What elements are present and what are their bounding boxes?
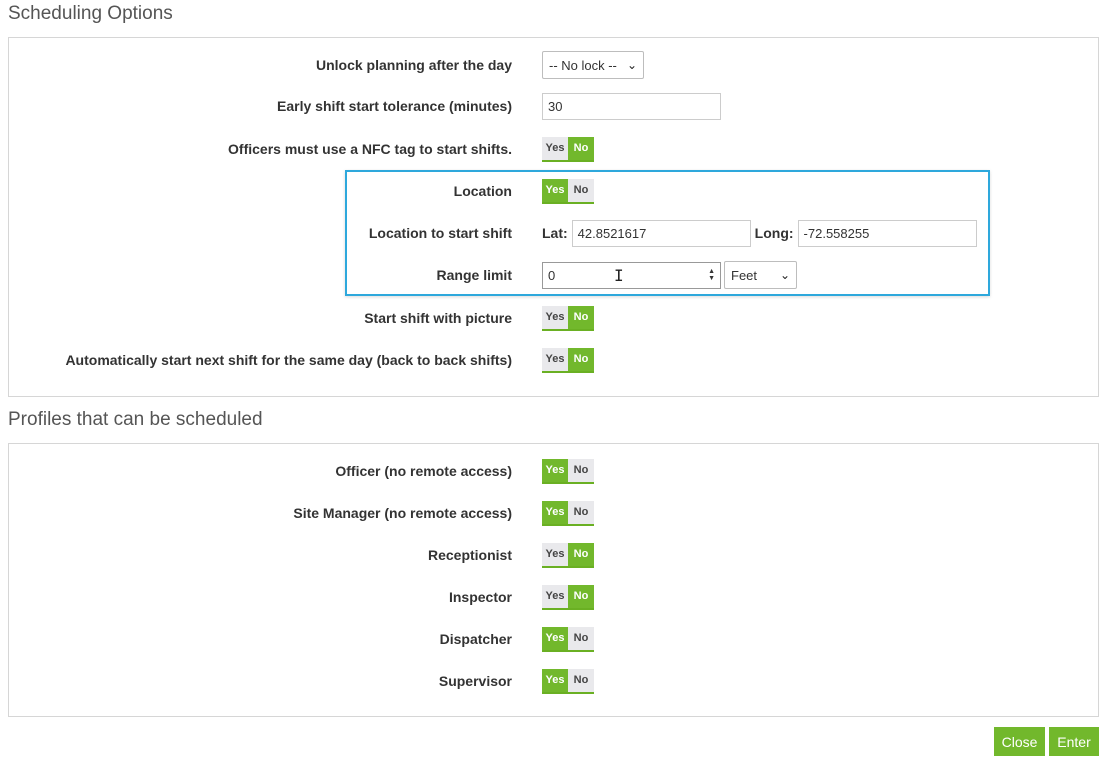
toggle-yes[interactable]: Yes — [542, 542, 568, 566]
profile-label: Inspector — [448, 589, 512, 605]
toggle-yes[interactable]: Yes — [542, 668, 568, 692]
profile-toggle-site-manager[interactable]: Yes No — [542, 500, 594, 526]
toggle-no[interactable]: No — [568, 178, 594, 202]
toggle-no[interactable]: No — [568, 458, 594, 482]
toggle-no[interactable]: No — [568, 305, 594, 329]
lat-label: Lat: — [542, 225, 568, 241]
location-label: Location — [453, 183, 512, 199]
lat-value: 42.8521617 — [577, 225, 647, 241]
spinner-arrows-icon[interactable]: ▲ ▼ — [708, 268, 715, 282]
profiles-panel: Officer (no remote access) Yes No Site M… — [8, 443, 1099, 717]
close-button[interactable]: Close — [994, 727, 1045, 756]
unlock-planning-value: -- No lock -- — [549, 57, 617, 73]
toggle-yes[interactable]: Yes — [542, 458, 568, 482]
nfc-toggle[interactable]: Yes No — [542, 136, 594, 162]
location-row: Location Yes No — [9, 176, 1098, 206]
toggle-no[interactable]: No — [568, 500, 594, 524]
profile-row: Site Manager (no remote access) Yes No — [9, 498, 1098, 528]
toggle-no[interactable]: No — [568, 347, 594, 371]
location-start-label: Location to start shift — [368, 225, 512, 241]
profile-toggle-receptionist[interactable]: Yes No — [542, 542, 594, 568]
lat-input[interactable]: 42.8521617 — [571, 219, 751, 247]
nfc-label: Officers must use a NFC tag to start shi… — [228, 141, 512, 157]
profile-row: Inspector Yes No — [9, 582, 1098, 612]
profile-label: Supervisor — [438, 673, 512, 689]
back-to-back-label: Automatically start next shift for the s… — [65, 352, 512, 368]
profile-row: Supervisor Yes No — [9, 666, 1098, 696]
range-limit-row: Range limit 0 ▲ ▼ Feet ⌄ — [9, 260, 1098, 290]
enter-button[interactable]: Enter — [1049, 727, 1099, 756]
location-toggle[interactable]: Yes No — [542, 178, 594, 204]
profile-row: Officer (no remote access) Yes No — [9, 456, 1098, 486]
profile-toggle-dispatcher[interactable]: Yes No — [542, 626, 594, 652]
toggle-yes[interactable]: Yes — [542, 136, 568, 160]
scheduling-options-panel: Unlock planning after the day -- No lock… — [8, 37, 1099, 397]
range-unit-value: Feet — [731, 267, 758, 283]
chevron-down-icon: ⌄ — [626, 58, 637, 72]
toggle-no[interactable]: No — [568, 542, 594, 566]
back-to-back-toggle[interactable]: Yes No — [542, 347, 594, 373]
picture-label: Start shift with picture — [364, 310, 512, 326]
unlock-planning-select[interactable]: -- No lock -- ⌄ — [542, 51, 644, 79]
toggle-yes[interactable]: Yes — [542, 500, 568, 524]
range-limit-input[interactable]: 0 ▲ ▼ — [542, 261, 721, 289]
scheduling-options-title: Scheduling Options — [8, 3, 173, 24]
text-cursor-icon: I — [614, 266, 624, 285]
range-unit-select[interactable]: Feet ⌄ — [724, 261, 797, 289]
profile-label: Dispatcher — [439, 631, 512, 647]
range-limit-value: 0 — [548, 267, 556, 283]
location-start-row: Location to start shift Lat: 42.8521617 … — [9, 218, 1098, 248]
picture-row: Start shift with picture Yes No — [9, 303, 1098, 333]
long-label: Long: — [754, 225, 794, 241]
profiles-title: Profiles that can be scheduled — [8, 409, 263, 430]
range-limit-label: Range limit — [436, 267, 512, 283]
nfc-row: Officers must use a NFC tag to start shi… — [9, 134, 1098, 164]
profile-row: Dispatcher Yes No — [9, 624, 1098, 654]
profile-label: Site Manager (no remote access) — [293, 505, 512, 521]
profile-toggle-inspector[interactable]: Yes No — [542, 584, 594, 610]
profile-toggle-supervisor[interactable]: Yes No — [542, 668, 594, 694]
toggle-no[interactable]: No — [568, 626, 594, 650]
profile-row: Receptionist Yes No — [9, 540, 1098, 570]
long-value: -72.558255 — [803, 225, 870, 241]
toggle-no[interactable]: No — [568, 668, 594, 692]
unlock-planning-row: Unlock planning after the day -- No lock… — [9, 50, 1098, 80]
unlock-planning-label: Unlock planning after the day — [315, 57, 512, 73]
toggle-yes[interactable]: Yes — [542, 305, 568, 329]
toggle-yes[interactable]: Yes — [542, 347, 568, 371]
toggle-yes[interactable]: Yes — [542, 584, 568, 608]
profile-label: Receptionist — [427, 547, 512, 563]
profile-toggle-officer[interactable]: Yes No — [542, 458, 594, 484]
toggle-no[interactable]: No — [568, 136, 594, 160]
toggle-no[interactable]: No — [568, 584, 594, 608]
profile-label: Officer (no remote access) — [335, 463, 512, 479]
picture-toggle[interactable]: Yes No — [542, 305, 594, 331]
toggle-yes[interactable]: Yes — [542, 626, 568, 650]
tolerance-input[interactable]: 30 — [542, 92, 721, 120]
tolerance-label: Early shift start tolerance (minutes) — [277, 98, 512, 114]
chevron-down-icon: ⌄ — [779, 268, 790, 282]
tolerance-row: Early shift start tolerance (minutes) 30 — [9, 91, 1098, 121]
back-to-back-row: Automatically start next shift for the s… — [9, 345, 1098, 375]
long-input[interactable]: -72.558255 — [797, 219, 977, 247]
toggle-yes[interactable]: Yes — [542, 178, 568, 202]
tolerance-value: 30 — [548, 98, 563, 114]
